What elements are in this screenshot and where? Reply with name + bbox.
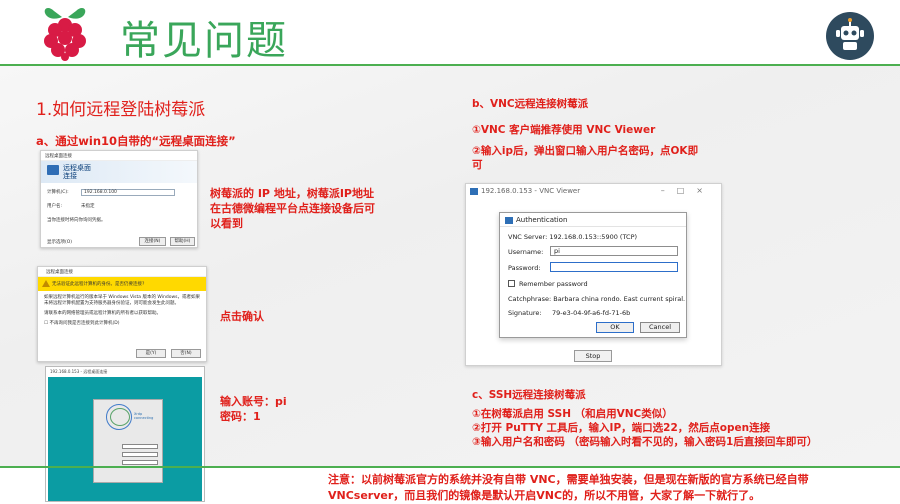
- ssh-step-1: ①在树莓派启用 SSH （和启用VNC类似）: [472, 408, 673, 420]
- auth-username-label: Username:: [508, 248, 544, 256]
- xrdp-username-field[interactable]: [122, 452, 158, 457]
- auth-password-label: Password:: [508, 264, 541, 272]
- auth-title: Authentication: [516, 216, 568, 224]
- warn-band: 无法验证此远程计算机的身份。是否仍要连接?: [38, 277, 206, 291]
- subsection-a-title: a、通过win10自带的“远程桌面连接”: [36, 134, 236, 148]
- vnc-step-1: ①VNC 客户端推荐使用 VNC Viewer: [472, 124, 656, 136]
- vnc-auth-dialog: Authentication VNC Server: 192.168.0.153…: [499, 212, 687, 338]
- warn-yes-button[interactable]: 是(Y): [136, 349, 166, 358]
- note-account-line1: 输入账号：pi: [220, 395, 287, 408]
- window-controls[interactable]: –□×: [661, 186, 715, 195]
- xrdp-password-field[interactable]: [122, 460, 158, 465]
- rdc-computer-label: 计算机(C):: [47, 190, 69, 195]
- warn-checkbox-label: 不再询问我是否连接到此计算机(D): [49, 321, 120, 326]
- rdc-computer-row: 计算机(C): 192.168.0.100: [47, 189, 191, 197]
- warn-body-1: 如果远程计算机运行的版本早于 Windows Vista 版本的 Windows…: [44, 295, 200, 306]
- vnc-viewer-screenshot: 192.168.0.153 - VNC Viewer –□× Authentic…: [465, 183, 722, 366]
- note-confirm: 点击确认: [220, 310, 264, 323]
- subsection-b-title: b、VNC远程连接树莓派: [472, 98, 589, 110]
- footer-divider: [0, 466, 900, 468]
- auth-username-input[interactable]: pi: [550, 246, 678, 256]
- auth-signature-value: 79-e3-04-9f-a6-fd-71-6b: [552, 309, 631, 317]
- footer-note: 注意：以前树莓派官方的系统并没有自带 VNC，需要单独安装，但是现在新版的官方系…: [328, 473, 809, 502]
- monitor-icon: [47, 165, 59, 175]
- rdc-hint: 当你连接时将向你询问凭据。: [47, 218, 106, 223]
- xrdp-titlebar: 192.168.0.153 - 远程桌面连接: [50, 369, 108, 374]
- warn-body: 如果远程计算机运行的版本早于 Windows Vista 版本的 Windows…: [38, 291, 206, 331]
- rdc-computer-field[interactable]: 192.168.0.100: [81, 189, 175, 196]
- xrdp-desktop: Xrdp connecting: [48, 377, 202, 501]
- warn-band-text: 无法验证此远程计算机的身份。是否仍要连接?: [52, 282, 145, 287]
- xrdp-logo-ring-icon: [110, 408, 130, 426]
- identity-warning-screenshot: 远程桌面连接 无法验证此远程计算机的身份。是否仍要连接? 如果远程计算机运行的版…: [37, 266, 207, 362]
- warn-checkbox[interactable]: ☐ 不再询问我是否连接到此计算机(D): [44, 321, 200, 327]
- xrdp-brand: Xrdp connecting: [134, 412, 154, 420]
- auth-password-input[interactable]: [550, 262, 678, 272]
- vnc-logo-icon: [470, 187, 478, 195]
- auth-server-line: VNC Server: 192.168.0.153::5900 (TCP): [508, 233, 638, 241]
- remote-desktop-screenshot: 远程桌面连接 远程桌面 连接 计算机(C): 192.168.0.100 用户名…: [40, 150, 198, 248]
- subsection-c-title: c、SSH远程连接树莓派: [472, 389, 586, 401]
- rdc-hero: 远程桌面 连接: [41, 161, 197, 183]
- rdc-options-toggle[interactable]: 显示选项(O): [47, 239, 72, 245]
- section-title: 1.如何远程登陆树莓派: [36, 100, 206, 120]
- rdc-user-value: 未指定: [81, 204, 95, 209]
- header: 常见问题: [0, 0, 900, 64]
- rdc-hero-line1: 远程桌面: [63, 164, 91, 172]
- rdc-help-button[interactable]: 帮助(H): [170, 237, 195, 246]
- note-account: 输入账号：pi 密码：1: [220, 394, 287, 424]
- robot-icon: [836, 18, 864, 50]
- auth-cancel-button[interactable]: Cancel: [640, 322, 680, 333]
- auth-catchphrase: Catchphrase: Barbara china rondo. East c…: [508, 295, 686, 303]
- header-divider: [0, 64, 900, 66]
- ssh-steps: ①在树莓派启用 SSH （和启用VNC类似） ②打开 PuTTY 工具后，输入I…: [472, 407, 817, 449]
- rdc-user-row: 用户名: 未指定: [47, 203, 191, 211]
- auth-ok-button[interactable]: OK: [596, 322, 634, 333]
- xrdp-login-card: Xrdp connecting: [93, 399, 163, 483]
- warn-no-button[interactable]: 否(N): [171, 349, 201, 358]
- rdc-titlebar: 远程桌面连接: [41, 151, 197, 161]
- note-account-line2: 密码：1: [220, 410, 261, 423]
- rdc-hero-line2: 连接: [63, 172, 77, 180]
- vnc-stop-button[interactable]: Stop: [574, 350, 612, 362]
- rdc-connect-button[interactable]: 连接(N): [139, 237, 166, 246]
- note-ip-address: 树莓派的 IP 地址，树莓派IP地址在古德微编程平台点连接设备后可以看到: [210, 187, 375, 230]
- auth-signature-label: Signature:: [508, 309, 542, 317]
- auth-titlebar: Authentication: [500, 213, 686, 227]
- auth-logo-icon: [505, 216, 513, 224]
- warn-body-2: 请联系本的网络管理员或远程计算机的所有者以获取帮助。: [44, 311, 161, 316]
- remember-password-checkbox[interactable]: [508, 280, 515, 287]
- ssh-step-3: ③输入用户名和密码 （密码输入时看不见的，输入密码1后直接回车即可）: [472, 436, 818, 448]
- rdc-user-label: 用户名:: [47, 204, 63, 209]
- xrdp-login-screenshot: 192.168.0.153 - 远程桌面连接 Xrdp connecting: [45, 366, 205, 502]
- rdc-hint-row: 当你连接时将向你询问凭据。: [47, 217, 191, 225]
- robot-logo: [826, 12, 874, 60]
- page-title: 常见问题: [120, 18, 288, 64]
- vnc-window-title: 192.168.0.153 - VNC Viewer: [481, 187, 581, 195]
- warn-titlebar: 远程桌面连接: [38, 267, 206, 277]
- remember-password-label: Remember password: [519, 280, 588, 288]
- xrdp-session-field[interactable]: [122, 444, 158, 449]
- raspberry-pi-logo-icon: [44, 8, 86, 61]
- vnc-step-2: ②输入ip后，弹出窗口输入用户名密码，点OK即可: [472, 145, 699, 171]
- vnc-titlebar: 192.168.0.153 - VNC Viewer –□×: [466, 184, 721, 197]
- warning-icon: [42, 280, 50, 287]
- ssh-step-2: ②打开 PuTTY 工具后，输入IP，端口选22，然后点open连接: [472, 422, 771, 434]
